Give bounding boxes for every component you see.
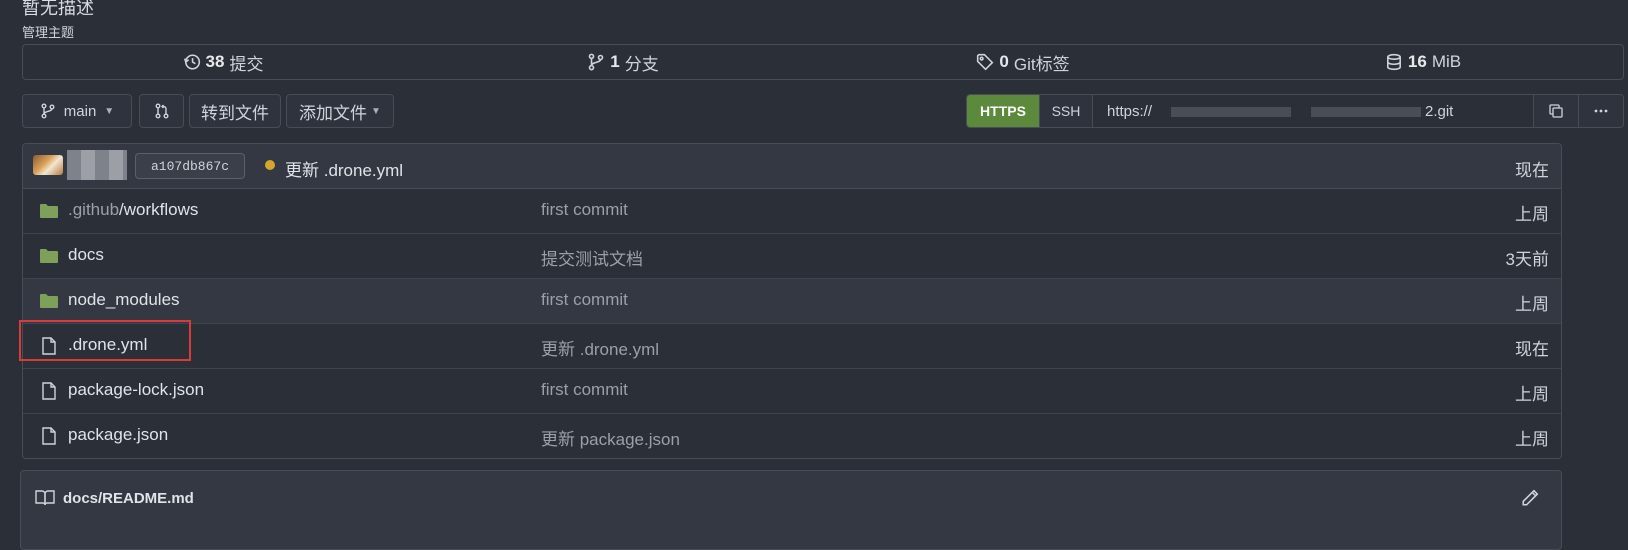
folder-icon <box>40 249 58 263</box>
latest-commit-row: a107db867c 更新 .drone.yml 现在 <box>23 144 1561 189</box>
file-icon <box>42 382 56 400</box>
size-stat: 16 MiB <box>1223 52 1623 72</box>
file-name-link[interactable]: package.json <box>68 425 168 445</box>
copy-url-button[interactable] <box>1533 95 1578 127</box>
clone-ssh-button[interactable]: SSH <box>1039 95 1092 127</box>
branch-name: main <box>63 102 97 120</box>
clone-url-prefix: https:// <box>1107 102 1153 120</box>
file-commit-time: 上周 <box>1515 205 1549 224</box>
clone-panel: HTTPS SSH https:// 2.git <box>966 94 1624 128</box>
file-commit-message[interactable]: 更新 package.json <box>541 425 680 450</box>
readme-path: docs/README.md <box>63 489 194 507</box>
file-icon <box>42 427 56 445</box>
file-commit-message[interactable]: 更新 .drone.yml <box>541 335 659 360</box>
file-name-link[interactable]: .github/workflows <box>68 200 198 220</box>
redacted-url-part <box>1311 107 1421 117</box>
copy-icon <box>1549 104 1563 118</box>
chevron-down-icon: ▼ <box>104 105 115 117</box>
file-commit-time: 上周 <box>1515 430 1549 449</box>
file-commit-time: 上周 <box>1515 385 1549 404</box>
branches-stat[interactable]: 1 分支 <box>423 50 823 75</box>
clone-url-suffix: 2.git <box>1425 102 1454 120</box>
file-commit-message[interactable]: 提交测试文档 <box>541 245 643 270</box>
commits-stat[interactable]: 38 提交 <box>23 50 423 75</box>
file-commit-time: 现在 <box>1515 340 1549 359</box>
file-row-docs[interactable]: docs 提交测试文档 3天前 <box>23 234 1561 279</box>
folder-icon <box>40 204 58 218</box>
add-file-button[interactable]: 添加文件 ▼ <box>286 94 394 128</box>
branches-count: 1 <box>610 52 620 71</box>
branch-selector[interactable]: main ▼ <box>22 94 132 128</box>
file-row-drone-yml[interactable]: .drone.yml 更新 .drone.yml 现在 <box>23 324 1561 369</box>
file-row-node-modules[interactable]: node_modules first commit 上周 <box>23 279 1561 324</box>
tags-label: Git标签 <box>1013 54 1070 74</box>
file-commit-time: 上周 <box>1515 295 1549 314</box>
commit-sha-button[interactable]: a107db867c <box>135 153 245 179</box>
file-commit-message[interactable]: first commit <box>541 380 628 400</box>
tags-count: 0 <box>999 52 1009 71</box>
readme-panel: docs/README.md <box>20 470 1562 550</box>
clone-url-input[interactable]: https:// 2.git <box>1092 95 1533 127</box>
size-value: 16 <box>1407 52 1427 71</box>
tags-stat[interactable]: 0 Git标签 <box>823 50 1223 75</box>
commit-status-dot[interactable] <box>265 160 275 170</box>
branch-icon <box>588 53 604 71</box>
folder-icon <box>40 294 58 308</box>
file-name-link[interactable]: package-lock.json <box>68 380 204 400</box>
branches-label: 分支 <box>624 54 659 74</box>
compare-button[interactable] <box>139 94 184 128</box>
file-name-prefix: .github <box>68 200 120 219</box>
file-name-rest: /workflows <box>119 200 199 219</box>
history-icon <box>183 54 200 70</box>
file-commit-message[interactable]: first commit <box>541 200 628 220</box>
goto-file-button[interactable]: 转到文件 <box>189 94 281 128</box>
size-unit: MiB <box>1431 52 1462 71</box>
pencil-icon[interactable] <box>1521 489 1539 507</box>
file-commit-time: 3天前 <box>1505 250 1549 269</box>
repo-stats-bar: 38 提交 1 分支 0 Git标签 16 MiB <box>22 44 1624 80</box>
file-icon <box>42 337 56 355</box>
more-options-button[interactable] <box>1578 95 1623 127</box>
file-commit-message[interactable]: first commit <box>541 290 628 310</box>
add-file-label: 添加文件 <box>299 103 368 123</box>
kebab-horizontal-icon <box>1594 109 1608 113</box>
redacted-url-part <box>1171 107 1291 117</box>
file-row-package-json[interactable]: package.json 更新 package.json 上周 <box>23 414 1561 458</box>
manage-topics-link[interactable]: 管理主题 <box>22 22 74 41</box>
chevron-down-icon: ▼ <box>371 105 381 117</box>
tag-icon <box>977 53 994 71</box>
file-name-link[interactable]: .drone.yml <box>68 335 147 355</box>
readme-header: docs/README.md <box>35 489 194 507</box>
clone-https-button[interactable]: HTTPS <box>967 95 1039 127</box>
commit-time: 现在 <box>1515 161 1549 180</box>
commits-label: 提交 <box>229 54 264 74</box>
commit-message-link[interactable]: 更新 .drone.yml <box>285 156 403 181</box>
book-icon <box>35 490 55 506</box>
repo-toolbar: main ▼ 转到文件 添加文件 ▼ HTTPS SSH https:// 2.… <box>22 94 1624 130</box>
commits-count: 38 <box>205 52 225 71</box>
file-name-link[interactable]: node_modules <box>68 290 180 310</box>
file-list: a107db867c 更新 .drone.yml 现在 .github/work… <box>22 143 1562 459</box>
file-name-link[interactable]: docs <box>68 245 104 265</box>
repo-description: 暂无描述 <box>22 0 94 18</box>
branch-icon <box>41 103 55 119</box>
pull-request-icon <box>155 103 168 119</box>
redacted-author <box>67 150 127 180</box>
avatar[interactable] <box>33 155 63 175</box>
database-icon <box>1386 53 1401 71</box>
file-row-package-lock-json[interactable]: package-lock.json first commit 上周 <box>23 369 1561 414</box>
file-row-github-workflows[interactable]: .github/workflows first commit 上周 <box>23 189 1561 234</box>
